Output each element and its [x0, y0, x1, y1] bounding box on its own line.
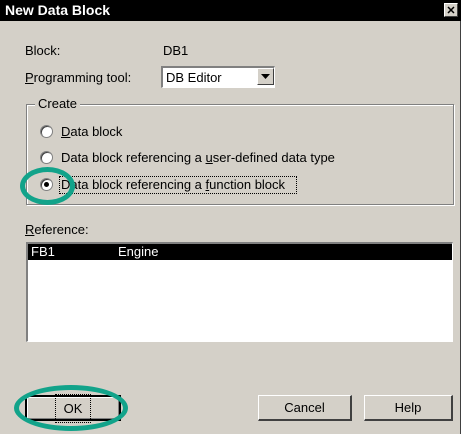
close-icon: ✕	[446, 5, 456, 17]
focus-rectangle	[59, 176, 297, 194]
reference-list[interactable]: FB1 Engine	[26, 242, 453, 342]
highlight-circle-ok	[14, 385, 128, 431]
reference-label: Reference:	[25, 222, 89, 237]
reference-name: FB1	[31, 244, 55, 259]
radio-data-block-label[interactable]: Data block	[61, 124, 122, 139]
reference-description: Engine	[118, 244, 159, 259]
close-button[interactable]: ✕	[444, 3, 458, 17]
help-button[interactable]: Help	[364, 395, 453, 421]
cancel-button[interactable]: Cancel	[258, 395, 352, 421]
programming-tool-select[interactable]: DB Editor	[161, 66, 275, 88]
new-data-block-dialog: New Data Block ✕ Block: DB1 Programming …	[0, 0, 461, 434]
title-bar[interactable]: New Data Block ✕	[0, 0, 461, 21]
radio-user-defined-type-label[interactable]: Data block referencing a user-defined da…	[61, 150, 335, 165]
highlight-circle-radio	[20, 167, 75, 205]
radio-data-block[interactable]	[40, 125, 53, 138]
programming-tool-value: DB Editor	[166, 70, 222, 85]
list-item[interactable]: FB1 Engine	[28, 244, 452, 260]
programming-tool-label: Programming tool:	[25, 70, 132, 85]
radio-user-defined-type[interactable]	[40, 151, 53, 164]
block-label: Block:	[25, 43, 61, 58]
dropdown-button[interactable]	[257, 68, 274, 85]
create-group-label: Create	[35, 96, 81, 111]
chevron-down-icon	[261, 74, 270, 79]
block-value: DB1	[163, 43, 189, 58]
dialog-title: New Data Block	[5, 2, 111, 18]
